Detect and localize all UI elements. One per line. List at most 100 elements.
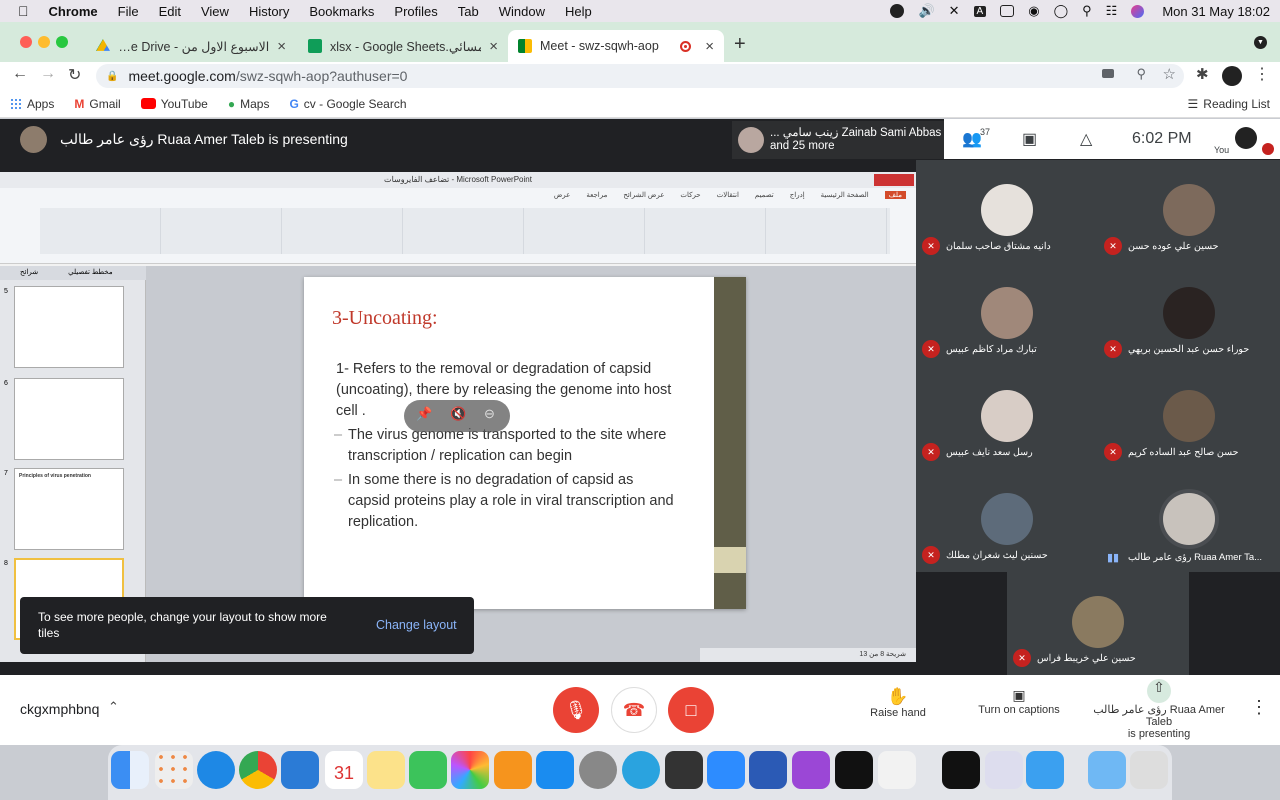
- tab-google-drive[interactable]: الاسبوع الاول من - Google Drive ×: [86, 30, 296, 62]
- camera-in-use-icon[interactable]: [1102, 69, 1114, 78]
- participant-tile[interactable]: ✕ حوراء حسن عبد الحسين بريهي: [1098, 263, 1280, 366]
- zoom-window-icon[interactable]: [56, 36, 68, 48]
- menu-history[interactable]: History: [249, 4, 289, 19]
- menu-tab[interactable]: Tab: [458, 4, 479, 19]
- pin-icon[interactable]: 📌: [416, 406, 432, 422]
- participant-tile[interactable]: ✕ دانيه مشتاق صاحب سلمان: [916, 160, 1098, 263]
- menu-view[interactable]: View: [201, 4, 229, 19]
- chrome-menu-icon[interactable]: ⋮: [1254, 64, 1270, 84]
- tab-search-icon[interactable]: ▼: [1254, 36, 1267, 49]
- word-icon[interactable]: [749, 751, 787, 789]
- ribbon-tab[interactable]: انتقالات: [717, 191, 739, 199]
- bookmark-apps[interactable]: Apps: [10, 97, 54, 111]
- pane-tab[interactable]: شرائح: [20, 266, 38, 280]
- apple-tv-icon[interactable]: [835, 751, 873, 789]
- leave-call-button[interactable]: ☎: [611, 687, 657, 733]
- safari-icon[interactable]: [197, 751, 235, 789]
- ribbon-tab[interactable]: إدراج: [790, 191, 805, 199]
- chrome-icon[interactable]: [239, 751, 277, 789]
- battery-icon[interactable]: [1000, 5, 1015, 17]
- extensions-icon[interactable]: ✱: [1196, 65, 1209, 83]
- menubar-clock[interactable]: Mon 31 May 18:02: [1162, 4, 1270, 19]
- participant-tile[interactable]: ✕ حسين علي عوده حسن: [1098, 160, 1280, 263]
- new-tab-icon[interactable]: +: [734, 33, 746, 56]
- participant-tile[interactable]: ✕ حسين علي خريبط فراس: [1007, 572, 1189, 675]
- slide-thumbnail-7[interactable]: Principles of virus penetration: [14, 468, 124, 550]
- menu-help[interactable]: Help: [565, 4, 592, 19]
- change-layout-button[interactable]: Change layout: [376, 618, 457, 632]
- system-preferences-icon[interactable]: [579, 751, 617, 789]
- podcasts-icon[interactable]: [792, 751, 830, 789]
- reload-icon[interactable]: ↻: [68, 65, 81, 85]
- facetime-icon[interactable]: [409, 751, 447, 789]
- more-options-icon[interactable]: ⋮: [1250, 697, 1268, 718]
- captions-button[interactable]: ▣ Turn on captions: [970, 687, 1068, 716]
- apple-icon[interactable]: : [18, 3, 29, 19]
- remove-icon[interactable]: ⊖: [484, 406, 495, 422]
- close-tab-icon[interactable]: ×: [277, 38, 286, 55]
- bookmark-maps[interactable]: ● Maps: [228, 97, 270, 111]
- input-source-icon[interactable]: A: [973, 5, 987, 17]
- participant-tile[interactable]: ✕ رسل سعد نايف عبيس: [916, 366, 1098, 469]
- pane-tab[interactable]: مخطط تفصيلي: [68, 266, 112, 280]
- telegram-icon[interactable]: [622, 751, 660, 789]
- camera-toggle-button[interactable]: □: [668, 687, 714, 733]
- app-store-icon[interactable]: [536, 751, 574, 789]
- people-icon[interactable]: 👥: [962, 129, 982, 149]
- navigation-icon[interactable]: [890, 4, 905, 18]
- spotlight-search-icon[interactable]: ⚲: [1082, 3, 1092, 19]
- forward-icon[interactable]: →: [40, 65, 56, 83]
- chat-icon[interactable]: ▣: [1022, 129, 1037, 149]
- zoom-icon[interactable]: ⚲: [1136, 66, 1146, 82]
- menu-file[interactable]: File: [118, 4, 139, 19]
- bookmark-star-icon[interactable]: ☆: [1163, 65, 1176, 83]
- reading-list-button[interactable]: ☰ Reading List: [1188, 97, 1270, 111]
- meeting-details-chevron-icon[interactable]: ⌃: [108, 699, 119, 715]
- bluetooth-icon[interactable]: ✕: [949, 3, 960, 19]
- volume-icon[interactable]: 🔊: [918, 3, 934, 19]
- mic-toggle-button[interactable]: 🎙: [553, 687, 599, 733]
- menu-bookmarks[interactable]: Bookmarks: [309, 4, 374, 19]
- bookmark-gmail[interactable]: M Gmail: [74, 97, 120, 111]
- close-tab-icon[interactable]: ×: [489, 38, 498, 55]
- notes-icon[interactable]: [367, 751, 405, 789]
- books-icon[interactable]: [494, 751, 532, 789]
- bookmark-youtube[interactable]: YouTube: [140, 97, 208, 111]
- ribbon-tab[interactable]: عرض: [554, 191, 571, 199]
- zoom-app-icon[interactable]: [707, 751, 745, 789]
- participant-tile[interactable]: ✕ حسنين ليث شعران مطلك: [916, 469, 1098, 572]
- top-participant-card[interactable]: ... زينب سامي Zainab Sami Abbas and 25 m…: [732, 121, 944, 159]
- ribbon-tab[interactable]: الصفحة الرئيسية: [821, 191, 869, 199]
- finder-icon[interactable]: [111, 751, 149, 789]
- menu-window[interactable]: Window: [499, 4, 545, 19]
- raise-hand-button[interactable]: ✋ Raise hand: [862, 687, 934, 719]
- participant-tile-speaking[interactable]: ▮▮ رؤى عامر طالب Ruaa Amer Ta...: [1098, 469, 1280, 572]
- ribbon-tab[interactable]: حركات: [680, 191, 700, 199]
- ribbon-tab[interactable]: تصميم: [755, 191, 774, 199]
- participant-tile[interactable]: ✕ تبارك مراد كاظم عبيس: [916, 263, 1098, 366]
- tab-google-sheets[interactable]: xlsx - Google Sheets.المسائي ×: [298, 30, 508, 62]
- close-tab-icon[interactable]: ×: [705, 38, 714, 55]
- app-installer-icon[interactable]: [878, 751, 916, 789]
- control-center-icon[interactable]: ☷: [1106, 3, 1118, 19]
- slide-thumbnail-6[interactable]: [14, 378, 124, 460]
- trash-icon[interactable]: [1130, 751, 1168, 789]
- tab-google-meet[interactable]: Meet - swz-sqwh-aop ×: [508, 30, 724, 62]
- ribbon-tab[interactable]: مراجعة: [586, 191, 607, 199]
- photos-icon[interactable]: [451, 751, 489, 789]
- vscode-icon[interactable]: [281, 751, 319, 789]
- menu-app-name[interactable]: Chrome: [49, 4, 98, 19]
- siri-icon[interactable]: [1131, 4, 1145, 18]
- terminal-icon[interactable]: [942, 751, 980, 789]
- menu-profiles[interactable]: Profiles: [394, 4, 437, 19]
- launchpad-icon[interactable]: [155, 751, 193, 789]
- mail-icon[interactable]: [1026, 751, 1064, 789]
- wifi-icon[interactable]: ◉: [1028, 3, 1039, 19]
- close-window-icon[interactable]: [20, 36, 32, 48]
- participant-tile[interactable]: ✕ حسن صالح عبد الساده كريم: [1098, 366, 1280, 469]
- bookmark-cv-search[interactable]: Gcv - Google Search: [289, 97, 406, 111]
- screenshot-icon[interactable]: [665, 751, 703, 789]
- slide-thumbnail-5[interactable]: [14, 286, 124, 368]
- menu-edit[interactable]: Edit: [159, 4, 181, 19]
- ribbon-tab[interactable]: عرض الشرائح: [623, 191, 664, 199]
